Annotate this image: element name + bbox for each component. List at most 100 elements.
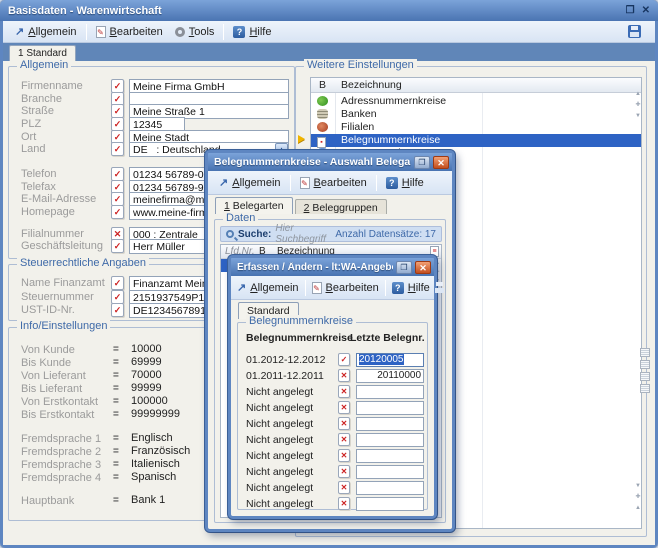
tree-row-filialen[interactable]: Filialen — [311, 121, 641, 134]
search-label: Suche: — [238, 229, 271, 240]
menu-hilfe[interactable]: ?Hilfe — [380, 175, 430, 191]
field-label: Steuernummer — [21, 291, 94, 303]
belegnr-input[interactable]: 20120005 — [356, 353, 424, 367]
empty-toggle-icon[interactable]: ✕ — [338, 417, 350, 430]
filled-toggle-icon[interactable] — [111, 205, 124, 219]
filled-toggle-icon[interactable] — [111, 239, 124, 253]
empty-toggle-icon[interactable]: ✕ — [338, 369, 350, 382]
help-icon: ? — [392, 282, 404, 294]
menu-bearbeiten[interactable]: ✎Bearbeiten — [309, 280, 382, 296]
menu-bearbeiten[interactable]: ✎ Bearbeiten — [90, 24, 169, 40]
edit-icon: ✎ — [96, 26, 106, 38]
search-bar[interactable]: Suche: Hier Suchbegriff Anzahl Datensätz… — [220, 226, 442, 242]
info-label: Fremdsprache 1 — [21, 433, 101, 445]
equals-icon: = — [113, 383, 119, 394]
equals-icon: = — [113, 370, 119, 381]
dialog-title: Erfassen / Ändern - lt:WA-Angebot — [237, 262, 393, 273]
filled-toggle-icon[interactable] — [111, 142, 124, 156]
dialog-titlebar[interactable]: Belegnummernkreise - Auswahl Belegart/Gr… — [208, 153, 452, 171]
field-label: Land — [21, 143, 45, 155]
filter-view-icon[interactable] — [640, 384, 650, 393]
menu-allgemein[interactable]: ↗Allgemein — [234, 279, 302, 296]
column-header-letzte: Letzte Belegnr. — [350, 332, 425, 344]
tree-row-adressnummernkreise[interactable]: Adressnummernkreise — [311, 95, 641, 108]
menu-tools[interactable]: Tools — [169, 24, 221, 40]
empty-toggle-icon[interactable]: ✕ — [338, 401, 350, 414]
belegnr-input[interactable] — [356, 497, 424, 511]
kreis-label: Nicht angelegt — [246, 482, 313, 494]
filled-toggle-icon[interactable] — [111, 276, 124, 290]
kreis-label: Nicht angelegt — [246, 498, 313, 510]
restore-icon[interactable]: ❐ — [414, 156, 430, 169]
row-move-buttons[interactable]: ▲✚▼ — [632, 89, 644, 122]
tree-row-belegnummernkreise[interactable]: ▪Belegnummernkreise — [311, 134, 641, 147]
menu-allgemein[interactable]: ↗ Allgemein — [9, 23, 83, 40]
filled-toggle-icon[interactable]: ✓ — [338, 353, 350, 366]
filled-toggle-icon[interactable] — [111, 79, 124, 93]
gear-icon — [175, 27, 185, 37]
menu-label: Tools — [189, 26, 215, 38]
save-icon[interactable] — [628, 25, 641, 38]
kreis-label: Nicht angelegt — [246, 386, 313, 398]
empty-toggle-icon[interactable]: ✕ — [338, 497, 350, 510]
kreis-label: Nicht angelegt — [246, 434, 313, 446]
list-view-icon[interactable] — [640, 348, 650, 357]
menu-hilfe[interactable]: ? Hilfe — [227, 24, 277, 40]
field-label: Straße — [21, 105, 54, 117]
bank-icon — [317, 109, 328, 119]
close-icon[interactable]: ✕ — [433, 156, 449, 169]
belegnr-input[interactable]: 20110000 — [356, 369, 424, 383]
belegnr-input[interactable] — [356, 417, 424, 431]
main-titlebar[interactable]: Basisdaten - Warenwirtschaft ❐ ✕ — [0, 0, 658, 21]
dialog-titlebar[interactable]: Erfassen / Ändern - lt:WA-Angebot ❐ ✕ — [231, 258, 434, 276]
tree-row-banken[interactable]: Banken — [311, 108, 641, 121]
side-toolbar[interactable] — [638, 345, 652, 396]
empty-toggle-icon[interactable]: ✕ — [338, 449, 350, 462]
equals-icon: = — [113, 357, 119, 368]
belegnr-input[interactable] — [356, 433, 424, 447]
empty-toggle-icon[interactable]: ✕ — [338, 481, 350, 494]
group-title: Weitere Einstellungen — [304, 59, 417, 71]
detail-view-icon[interactable] — [640, 372, 650, 381]
belegnr-input[interactable] — [356, 481, 424, 495]
info-label: Von Lieferant — [21, 370, 86, 382]
scroll-buttons[interactable]: ▼✚▲ — [632, 481, 644, 514]
info-label: Bis Erstkontakt — [21, 409, 94, 421]
belegnr-input[interactable] — [356, 449, 424, 463]
search-view-icon[interactable] — [640, 360, 650, 369]
equals-icon: = — [113, 396, 119, 407]
restore-icon[interactable]: ❐ — [626, 5, 635, 16]
equals-icon: = — [113, 446, 119, 457]
filled-toggle-icon[interactable] — [111, 167, 124, 181]
belegnr-input[interactable] — [356, 385, 424, 399]
tab-beleggruppen[interactable]: 2 Beleggruppen — [295, 199, 387, 214]
group-title: Allgemein — [17, 59, 71, 71]
menu-allgemein[interactable]: ↗Allgemein — [213, 174, 287, 191]
menu-bearbeiten[interactable]: ✎Bearbeiten — [294, 175, 373, 191]
field-label: UST-ID-Nr. — [21, 304, 75, 316]
close-icon[interactable]: ✕ — [415, 261, 431, 274]
search-icon — [226, 230, 234, 238]
arrow-ne-icon: ↗ — [237, 281, 246, 294]
close-icon[interactable]: ✕ — [642, 5, 650, 16]
dialog-menubar: ↗Allgemein ✎Bearbeiten ?Hilfe — [208, 171, 452, 195]
field-label: PLZ — [21, 118, 41, 130]
empty-toggle-icon[interactable]: ✕ — [338, 433, 350, 446]
restore-icon[interactable]: ❐ — [396, 261, 412, 274]
filled-toggle-icon[interactable] — [111, 192, 124, 206]
equals-icon: = — [113, 409, 119, 420]
search-placeholder: Hier Suchbegriff — [275, 223, 331, 245]
menu-hilfe[interactable]: ?Hilfe — [389, 280, 433, 296]
belegnr-input[interactable] — [356, 465, 424, 479]
filled-toggle-icon[interactable] — [111, 303, 124, 317]
group-belegnummernkreise: Belegnummernkreise Belegnummernkreise Le… — [237, 322, 428, 510]
filled-toggle-icon[interactable] — [111, 290, 124, 304]
filled-toggle-icon[interactable] — [111, 104, 124, 118]
belegnr-input[interactable] — [356, 401, 424, 415]
field-label: Firmenname — [21, 80, 83, 92]
menu-label: Bearbeiten — [110, 26, 163, 38]
filled-toggle-icon[interactable] — [111, 117, 124, 131]
info-label: Fremdsprache 4 — [21, 472, 101, 484]
empty-toggle-icon[interactable]: ✕ — [338, 465, 350, 478]
empty-toggle-icon[interactable]: ✕ — [338, 385, 350, 398]
